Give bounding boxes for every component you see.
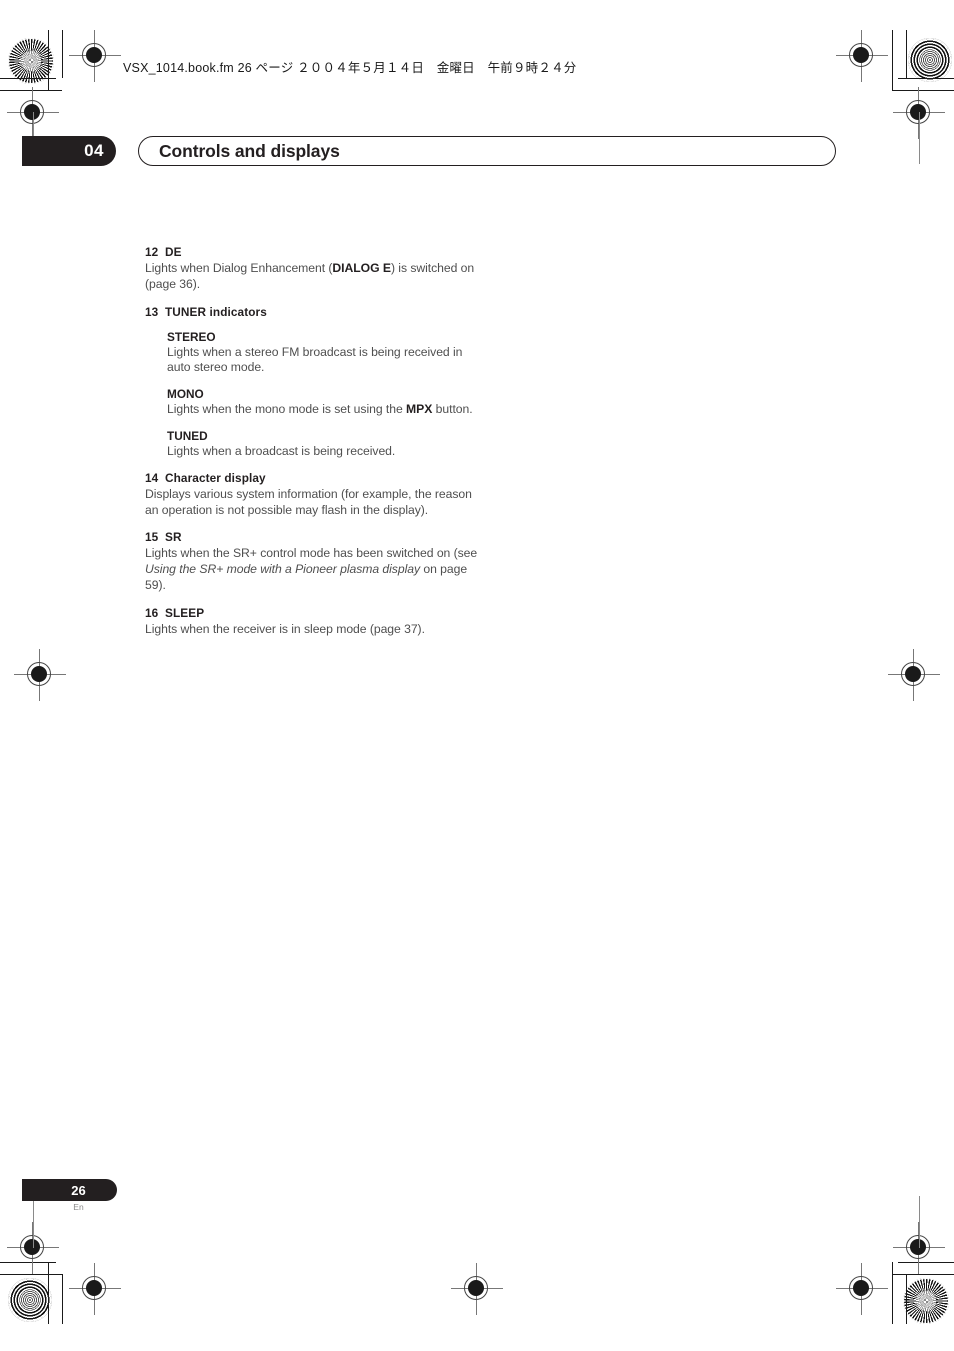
crop-mark-top-right-vertical-2 <box>906 30 907 78</box>
crop-mark-top-right-vertical <box>892 30 893 90</box>
registration-target-bottom-left <box>8 1278 52 1322</box>
sub-item-description-mono: Lights when the mono mode is set using t… <box>167 402 485 418</box>
page-language-label: En <box>73 1202 84 1212</box>
chapter-header: 04 Controls and displays <box>22 136 836 166</box>
running-head-filename: VSX_1014.book.fm 26 ページ ２００４年５月１４日 金曜日 午… <box>123 61 577 75</box>
registration-crosshair-bottom-center <box>451 1263 503 1315</box>
desc-text-pre: Lights when Dialog Enhancement ( <box>145 261 333 275</box>
registration-crosshair-mid-left <box>14 649 66 701</box>
list-item-sr: 15 SR Lights when the SR+ control mode ha… <box>145 530 485 593</box>
item-heading-de: 12 DE <box>145 245 485 259</box>
item-heading-character-display: 14 Character display <box>145 471 485 485</box>
chapter-title-container: Controls and displays <box>138 136 836 166</box>
item-number: 16 <box>145 605 159 620</box>
registration-target-top-right <box>908 38 952 82</box>
crop-mark-bottom-right-vertical-2 <box>906 1274 907 1324</box>
crop-mark-bottom-right-horizontal-2 <box>892 1274 954 1275</box>
registration-target-bottom-right <box>903 1278 949 1324</box>
registration-crosshair-mid-right <box>888 649 940 701</box>
cross-reference-title: Using the SR+ mode with a Pioneer plasma… <box>145 562 421 577</box>
item-description-de: Lights when Dialog Enhancement (DIALOG E… <box>145 261 485 293</box>
crop-mark-top-left-vertical-2 <box>62 30 63 78</box>
sub-item-tuned: TUNED Lights when a broadcast is being r… <box>167 429 485 460</box>
item-number: 13 <box>145 304 159 319</box>
item-number: 15 <box>145 530 159 545</box>
crop-mark-top-left-vertical <box>48 30 49 90</box>
guide-line-right-bottom <box>919 1196 920 1248</box>
chapter-number-badge: 04 <box>22 136 116 166</box>
item-name: TUNER indicators <box>165 304 267 319</box>
sub-item-description-stereo: Lights when a stereo FM broadcast is bei… <box>167 344 463 375</box>
item-description-character-display: Displays various system information (for… <box>145 486 472 517</box>
page-title: Controls and displays <box>159 140 340 161</box>
sub-item-mono: MONO Lights when the mono mode is set us… <box>167 387 485 418</box>
item-heading-sleep: 16 SLEEP <box>145 606 485 620</box>
item-number: 14 <box>145 470 159 485</box>
crop-mark-bottom-left-vertical-2 <box>62 1274 63 1324</box>
registration-crosshair-bottom-left-inner <box>69 1263 121 1315</box>
desc-text-pre: Lights when the SR+ control mode has bee… <box>145 546 478 561</box>
content-column: 12 DE Lights when Dialog Enhancement (DIA… <box>145 245 485 650</box>
item-heading-tuner: 13 TUNER indicators <box>145 305 485 319</box>
registration-crosshair-bottom-right-inner <box>836 1263 888 1315</box>
list-item-tuner-indicators: 13 TUNER indicators <box>145 305 485 319</box>
item-name: SR <box>165 530 182 545</box>
item-name: Character display <box>165 470 266 485</box>
registration-crosshair-top-center <box>836 30 888 82</box>
sub-item-heading-stereo: STEREO <box>167 329 216 344</box>
sub-item-heading-tuned: TUNED <box>167 428 208 443</box>
list-item-sleep: 16 SLEEP Lights when the receiver is in s… <box>145 606 485 638</box>
item-description-sleep: Lights when the receiver is in sleep mod… <box>145 621 425 636</box>
desc-text-post: button. <box>432 402 473 417</box>
guide-line-right-top <box>919 112 920 164</box>
item-description-sr: Lights when the SR+ control mode has bee… <box>145 546 485 593</box>
item-heading-sr: 15 SR <box>145 530 485 544</box>
item-name: DE <box>165 245 182 259</box>
page-number-badge: 26 <box>22 1179 117 1201</box>
list-item-de: 12 DE Lights when Dialog Enhancement (DIA… <box>145 245 485 293</box>
desc-text-pre: Lights when the mono mode is set using t… <box>167 402 407 417</box>
registration-crosshair-top-left-inner <box>69 30 121 82</box>
crop-mark-top-right-horizontal <box>898 78 954 79</box>
sub-item-description-tuned: Lights when a broadcast is being receive… <box>167 443 396 458</box>
item-number: 12 <box>145 245 159 259</box>
list-item-character-display: 14 Character display Displays various sys… <box>145 471 485 519</box>
item-name: SLEEP <box>165 605 205 620</box>
sub-item-heading-mono: MONO <box>167 387 204 402</box>
control-label-mpx: MPX <box>406 402 433 417</box>
sub-item-stereo: STEREO Lights when a stereo FM broadcast… <box>167 330 485 377</box>
control-label-dialog-e: DIALOG E <box>332 261 391 275</box>
crop-mark-bottom-left-horizontal-2 <box>0 1274 62 1275</box>
